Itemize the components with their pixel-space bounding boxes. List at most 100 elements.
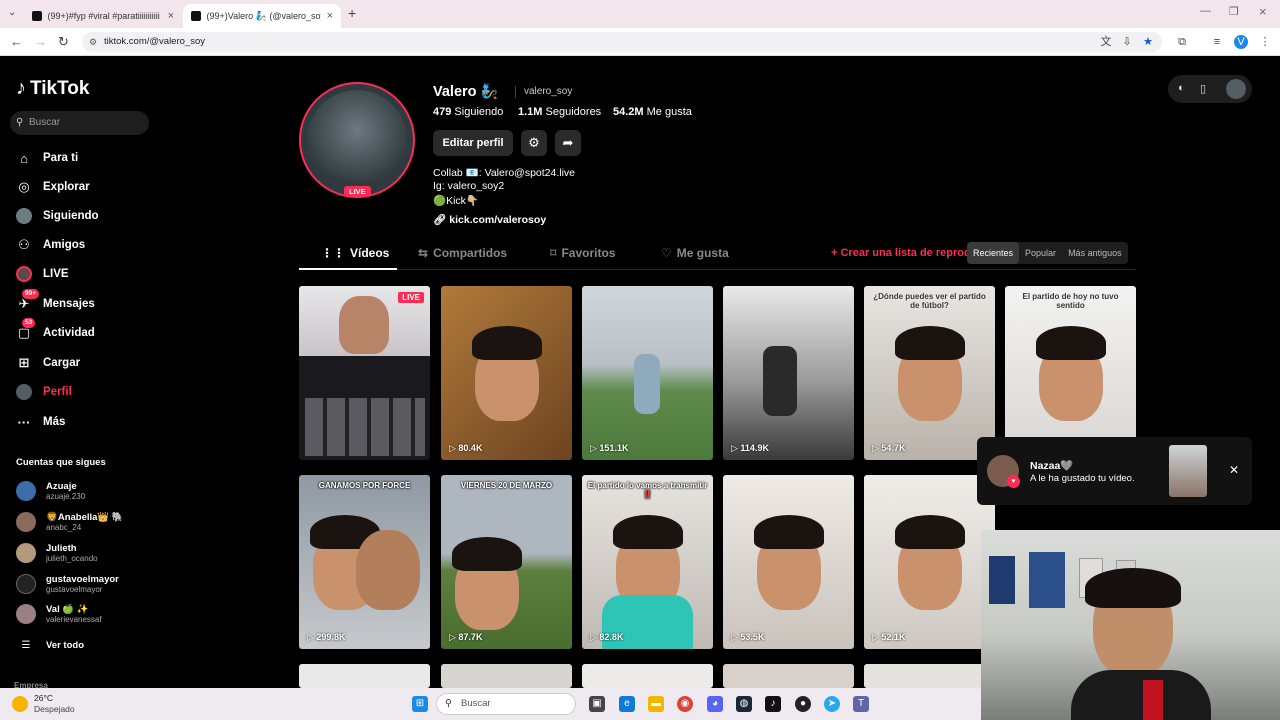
- video-caption: El partido lo vamos a transmitir ‼️: [587, 481, 708, 499]
- browser-tab-profile[interactable]: (99+)Valero 🧞 (@valero_soy) | ×: [183, 4, 341, 28]
- maximize-icon[interactable]: ❐: [1229, 5, 1239, 18]
- steam-icon[interactable]: ◍: [736, 696, 752, 712]
- close-icon[interactable]: ✕: [1229, 463, 1239, 477]
- video-thumbnail[interactable]: El partido de hoy no tuvo sentido: [1005, 286, 1136, 460]
- create-playlist-button[interactable]: + Crear una lista de reprod: [831, 247, 971, 259]
- sort-recent[interactable]: Recientes: [967, 242, 1020, 264]
- liked-video-thumbnail[interactable]: [1169, 445, 1207, 497]
- close-tab-icon[interactable]: ×: [327, 10, 333, 22]
- user-avatar[interactable]: [1226, 79, 1246, 99]
- forward-icon[interactable]: →: [34, 34, 47, 49]
- tab-list-icon[interactable]: ⌄: [8, 7, 16, 18]
- home-icon: ⌂: [20, 150, 28, 166]
- browser-tab-fyp[interactable]: (99+)#fyp #viral #paratiiiiiiiiiii ×: [24, 4, 182, 28]
- sidebar-item-live[interactable]: LIVE: [16, 263, 69, 285]
- profile-avatar[interactable]: [299, 82, 415, 198]
- sidebar-item-explorar[interactable]: ◎ Explorar: [16, 176, 89, 198]
- sidebar-item-siguiendo[interactable]: Siguiendo: [16, 205, 99, 227]
- video-thumbnail[interactable]: GANAMOS POR FORCE ▷ 299.8K: [299, 475, 430, 649]
- sidebar-item-mensajes[interactable]: ✈ 99+ Mensajes: [16, 289, 95, 315]
- bookmark-star-icon[interactable]: ★: [1141, 35, 1155, 49]
- sidebar-item-para-ti[interactable]: ⌂ Para ti: [16, 147, 78, 169]
- video-thumbnail[interactable]: ▷ 114.9K: [723, 286, 854, 460]
- video-thumbnail[interactable]: ▷ 52.1K: [864, 475, 995, 649]
- video-thumbnail[interactable]: [582, 664, 713, 688]
- friends-icon: ⚇: [18, 237, 30, 252]
- followed-account[interactable]: Julieth julieth_ocando: [16, 541, 98, 565]
- obs-icon[interactable]: ●: [795, 696, 811, 712]
- back-icon[interactable]: ←: [10, 34, 23, 49]
- install-icon[interactable]: ⇩: [1120, 35, 1134, 49]
- tiktok-logo[interactable]: ♪ TikTok: [16, 77, 89, 100]
- like-notification[interactable]: ♥ Nazaa🩶 A le ha gustado tu vídeo. ✕: [977, 437, 1252, 505]
- sidebar-item-label: Más: [43, 416, 66, 428]
- weather-temperature[interactable]: 26°C: [34, 693, 53, 703]
- task-view-icon[interactable]: ▣: [589, 696, 605, 712]
- share-icon[interactable]: ➦: [555, 130, 581, 156]
- view-count-value: 87.7K: [458, 632, 483, 642]
- taskbar-search[interactable]: ⚲ Buscar: [436, 693, 576, 715]
- see-all-link[interactable]: ☰ Ver todo: [16, 633, 85, 657]
- close-tab-icon[interactable]: ×: [168, 10, 174, 22]
- tiktok-app-icon[interactable]: ♪: [765, 696, 781, 712]
- followed-account[interactable]: Azuaje azuaje.230: [16, 479, 85, 503]
- video-thumbnail[interactable]: ▷ 80.4K: [441, 286, 572, 460]
- video-thumbnail[interactable]: [299, 664, 430, 688]
- sort-oldest[interactable]: Más antiguos: [1062, 242, 1128, 264]
- video-caption: ¿Dónde puedes ver el partido de fútbol?: [873, 292, 986, 310]
- tab-videos[interactable]: ⋮⋮ Vídeos: [321, 246, 389, 260]
- followed-account[interactable]: Val 🍏 ✨ valerievanessaf: [16, 602, 102, 626]
- live-chip[interactable]: LIVE: [344, 186, 371, 197]
- tab-reposts[interactable]: ⇆ Compartidos: [418, 246, 507, 260]
- sidebar-item-perfil[interactable]: Perfil: [16, 381, 72, 403]
- telegram-icon[interactable]: ➤: [824, 696, 840, 712]
- video-thumbnail[interactable]: ▷ 53.5K: [723, 475, 854, 649]
- video-thumbnail[interactable]: [864, 664, 995, 688]
- reload-icon[interactable]: ↻: [58, 34, 69, 50]
- teams-icon[interactable]: T: [853, 696, 869, 712]
- translate-icon[interactable]: 文: [1099, 35, 1113, 49]
- profile-link[interactable]: 🔗︎ kick.com/valerosoy: [433, 213, 546, 226]
- video-thumbnail[interactable]: LIVE: [299, 286, 430, 460]
- media-icon[interactable]: ≡: [1210, 35, 1224, 49]
- new-tab-icon[interactable]: +: [348, 5, 356, 21]
- tab-favorites[interactable]: ⌑ Favoritos: [550, 246, 615, 260]
- following-avatar-icon: [16, 208, 32, 224]
- sidebar-item-actividad[interactable]: ▢ 53 Actividad: [16, 318, 95, 344]
- extensions-icon[interactable]: ⧉: [1175, 35, 1189, 49]
- chrome-icon[interactable]: ◉: [677, 696, 693, 712]
- following-stat[interactable]: 479 Siguiendo: [433, 106, 503, 118]
- sort-popular[interactable]: Popular: [1019, 242, 1062, 264]
- discord-icon[interactable]: ◕: [707, 696, 723, 712]
- coins-icon[interactable]: ◐: [1178, 82, 1185, 94]
- edit-profile-button[interactable]: Editar perfil: [433, 130, 513, 156]
- video-thumbnail[interactable]: VIERNES 20 DE MARZO ▷ 87.7K: [441, 475, 572, 649]
- sidebar-item-amigos[interactable]: ⚇ Amigos: [16, 234, 85, 256]
- bookmark-icon: ⌑: [550, 246, 557, 260]
- windows-start-icon[interactable]: ⊞: [412, 696, 428, 712]
- followers-stat[interactable]: 1.1M Seguidores: [518, 106, 601, 118]
- edge-icon[interactable]: e: [619, 696, 635, 712]
- video-thumbnail[interactable]: El partido lo vamos a transmitir ‼️ ▷ 82…: [582, 475, 713, 649]
- weather-sun-icon[interactable]: [12, 696, 28, 712]
- site-info-icon[interactable]: ⚙: [89, 32, 97, 52]
- weather-description[interactable]: Despejado: [34, 704, 75, 714]
- browser-menu-icon[interactable]: ⋮: [1258, 35, 1272, 49]
- file-explorer-icon[interactable]: ▬: [648, 696, 664, 712]
- video-thumbnail[interactable]: ▷ 151.1K: [582, 286, 713, 460]
- device-icon[interactable]: ▯: [1200, 82, 1206, 95]
- search-input[interactable]: ⚲ Buscar: [10, 111, 149, 135]
- settings-gear-icon[interactable]: ⚙: [521, 130, 547, 156]
- video-thumbnail[interactable]: [441, 664, 572, 688]
- followed-account[interactable]: 🦁Anabella👑 🐘 anabc_24: [16, 510, 124, 534]
- sidebar-item-cargar[interactable]: ⊞ Cargar: [16, 352, 81, 374]
- url-field[interactable]: ⚙ tiktok.com/@valero_soy: [82, 32, 1162, 52]
- browser-profile-avatar[interactable]: V: [1234, 35, 1248, 49]
- followed-account[interactable]: gustavoelmayor gustavoelmayor: [16, 572, 119, 596]
- video-thumbnail[interactable]: [723, 664, 854, 688]
- close-window-icon[interactable]: ×: [1259, 4, 1267, 19]
- video-thumbnail[interactable]: ¿Dónde puedes ver el partido de fútbol? …: [864, 286, 995, 460]
- sidebar-item-mas[interactable]: ··· Más: [16, 411, 66, 433]
- minimize-icon[interactable]: —: [1200, 5, 1211, 17]
- tab-liked[interactable]: ♡ Me gusta: [661, 246, 729, 260]
